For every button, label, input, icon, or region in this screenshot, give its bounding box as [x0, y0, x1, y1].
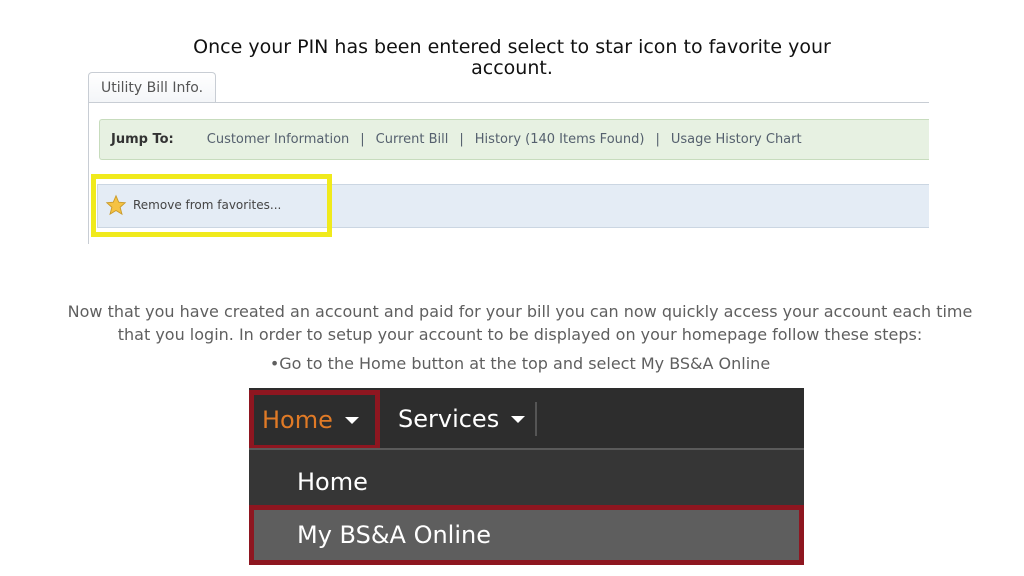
- services-menu-button[interactable]: Services: [398, 390, 526, 448]
- link-separator: |: [459, 132, 464, 147]
- link-separator: |: [655, 132, 660, 147]
- instructions-paragraph: Now that you have created an account and…: [67, 302, 973, 344]
- jump-to-bar: Jump To: Customer Information | Current …: [99, 119, 929, 160]
- tab-divider: [88, 102, 929, 103]
- home-menu-label: Home: [262, 406, 333, 434]
- step-bullet: •Go to the Home button at the top and se…: [269, 354, 771, 373]
- panel-border: [88, 102, 89, 244]
- link-current-bill[interactable]: Current Bill: [376, 132, 449, 147]
- link-usage-history-chart[interactable]: Usage History Chart: [671, 132, 802, 147]
- chevron-down-icon: [344, 416, 359, 424]
- dropdown-item-home[interactable]: Home: [297, 468, 368, 496]
- home-menu-button[interactable]: Home: [249, 390, 380, 450]
- yellow-highlight-box: [91, 174, 332, 237]
- dropdown-item-my-bsa-online-label: My BS&A Online: [297, 521, 491, 549]
- nav-divider: [535, 402, 537, 436]
- jump-to-label: Jump To:: [111, 132, 174, 147]
- nav-menu-screenshot: Home Services Home My BS&A Online: [249, 388, 804, 565]
- services-menu-label: Services: [398, 405, 500, 433]
- home-dropdown-menu: Home My BS&A Online: [249, 448, 804, 565]
- chevron-down-icon: [511, 415, 526, 423]
- link-history[interactable]: History (140 Items Found): [475, 132, 645, 147]
- utility-bill-screenshot: Utility Bill Info. Jump To: Customer Inf…: [88, 72, 929, 244]
- link-customer-information[interactable]: Customer Information: [207, 132, 350, 147]
- link-separator: |: [360, 132, 365, 147]
- tab-utility-bill-info[interactable]: Utility Bill Info.: [88, 72, 216, 103]
- dropdown-item-my-bsa-online[interactable]: My BS&A Online: [249, 505, 804, 565]
